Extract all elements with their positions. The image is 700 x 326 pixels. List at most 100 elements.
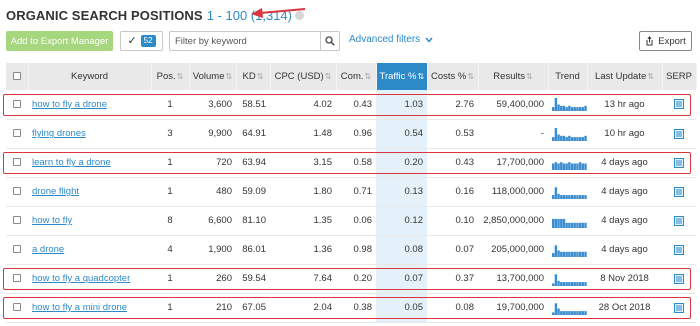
serp-cell[interactable] bbox=[662, 119, 696, 149]
col-traffic[interactable]: Traffic %⇅ bbox=[376, 63, 428, 90]
serp-icon[interactable] bbox=[674, 157, 684, 168]
row-checkbox[interactable] bbox=[13, 158, 21, 167]
trend-bar bbox=[554, 186, 558, 199]
table-row[interactable]: how to fly a drone 1 3,600 58.51 4.02 0.43 1.0… bbox=[6, 90, 696, 120]
col-costs[interactable]: Costs %⇅ bbox=[427, 63, 479, 90]
trend-bar bbox=[584, 106, 587, 112]
select-all-checkbox-cell[interactable] bbox=[6, 63, 29, 90]
kd-cell: 86.01 bbox=[236, 235, 270, 265]
trend-bar bbox=[557, 163, 560, 170]
trend-bar bbox=[568, 310, 571, 315]
pos-cell: 1 bbox=[151, 264, 189, 294]
col-com[interactable]: Com.⇅ bbox=[336, 63, 377, 90]
table-row[interactable]: a drone 4 1,900 86.01 1.36 0.98 0.08 0.07 205,00… bbox=[6, 235, 696, 265]
trend-bar bbox=[584, 135, 587, 141]
keyword-link[interactable]: a drone bbox=[32, 244, 64, 255]
col-results[interactable]: Results⇅ bbox=[478, 63, 549, 90]
row-checkbox[interactable] bbox=[13, 129, 21, 138]
serp-cell[interactable] bbox=[662, 206, 696, 236]
table-row[interactable]: how to fly a mini drone 1 210 67.05 2.04 0.38… bbox=[6, 293, 696, 323]
cpc-cell: 2.04 bbox=[270, 293, 336, 323]
keyword-link[interactable]: how to fly a mini drone bbox=[32, 302, 127, 313]
row-checkbox-cell[interactable] bbox=[6, 177, 28, 207]
pos-cell: 1 bbox=[151, 148, 189, 178]
com-cell: 0.38 bbox=[336, 293, 376, 323]
volume-cell: 9,900 bbox=[189, 119, 236, 149]
keyword-link[interactable]: drone flight bbox=[32, 186, 79, 197]
trend-sparkline bbox=[552, 218, 587, 228]
pos-cell: 3 bbox=[151, 119, 189, 149]
serp-cell[interactable] bbox=[662, 177, 696, 207]
serp-icon[interactable] bbox=[674, 273, 684, 284]
search-icon[interactable] bbox=[320, 32, 339, 50]
col-kd[interactable]: KD⇅ bbox=[236, 63, 271, 90]
trend-bar bbox=[578, 107, 582, 112]
serp-cell[interactable] bbox=[662, 90, 696, 120]
trend-bar bbox=[562, 251, 566, 257]
row-checkbox-cell[interactable] bbox=[6, 264, 28, 294]
advanced-filters-toggle[interactable]: Advanced filters bbox=[349, 34, 433, 45]
advanced-filters-label: Advanced filters bbox=[349, 34, 421, 45]
pos-cell: 1 bbox=[151, 177, 189, 207]
serp-icon[interactable] bbox=[674, 99, 684, 110]
serp-cell[interactable] bbox=[662, 264, 696, 294]
row-checkbox[interactable] bbox=[13, 245, 21, 254]
serp-cell[interactable] bbox=[662, 148, 696, 178]
trend-bar bbox=[584, 281, 587, 286]
row-checkbox[interactable] bbox=[13, 187, 21, 196]
table-row[interactable]: drone flight 1 480 59.09 1.80 0.71 0.13 0.16 118… bbox=[6, 177, 696, 207]
row-checkbox-cell[interactable] bbox=[6, 90, 28, 120]
serp-icon[interactable] bbox=[674, 244, 684, 255]
trend-bar bbox=[560, 310, 563, 315]
serp-icon[interactable] bbox=[674, 302, 684, 313]
cpc-cell: 4.02 bbox=[270, 90, 336, 120]
row-checkbox[interactable] bbox=[13, 216, 21, 225]
table-row[interactable]: learn to fly a drone 1 720 63.94 3.15 0.58 0.2… bbox=[6, 148, 696, 178]
keyword-link[interactable]: flying drones bbox=[32, 128, 86, 139]
table-row[interactable]: how to fly a quadcopter 1 260 59.54 7.64 0.20… bbox=[6, 264, 696, 294]
table-row[interactable]: flying drones 3 9,900 64.91 1.48 0.96 0.54 0.53… bbox=[6, 119, 696, 149]
select-all-checkbox[interactable] bbox=[12, 72, 21, 81]
trend-bar bbox=[578, 222, 582, 228]
trend-bar bbox=[560, 161, 563, 170]
serp-icon[interactable] bbox=[674, 215, 684, 226]
selected-count-toggle[interactable]: ✓ 52 bbox=[120, 31, 163, 51]
trend-bar bbox=[562, 194, 566, 199]
trend-bar bbox=[554, 161, 558, 170]
trend-bar bbox=[581, 310, 585, 315]
row-checkbox-cell[interactable] bbox=[6, 119, 28, 149]
row-checkbox-cell[interactable] bbox=[6, 293, 28, 323]
trend-sparkline bbox=[552, 186, 587, 199]
trend-bar bbox=[554, 302, 558, 315]
keyword-link[interactable]: how to fly a quadcopter bbox=[32, 273, 130, 284]
row-checkbox-cell[interactable] bbox=[6, 206, 28, 236]
cpc-cell: 7.64 bbox=[270, 264, 336, 294]
serp-icon[interactable] bbox=[674, 128, 684, 139]
trend-bar bbox=[552, 218, 555, 228]
keyword-link[interactable]: learn to fly a drone bbox=[32, 157, 111, 168]
serp-cell[interactable] bbox=[662, 293, 696, 323]
col-cpc[interactable]: CPC (USD)⇅ bbox=[270, 63, 337, 90]
row-checkbox[interactable] bbox=[13, 100, 21, 109]
row-checkbox-cell[interactable] bbox=[6, 235, 28, 265]
row-checkbox[interactable] bbox=[13, 303, 21, 312]
kd-cell: 59.54 bbox=[236, 264, 270, 294]
keyword-link[interactable]: how to fly bbox=[32, 215, 72, 226]
row-checkbox[interactable] bbox=[13, 274, 21, 283]
export-button[interactable]: Export bbox=[639, 31, 692, 51]
col-last-update[interactable]: Last Update⇅ bbox=[587, 63, 663, 90]
table-row[interactable]: how to fly 8 6,600 81.10 1.35 0.06 0.12 0.10 2,8… bbox=[6, 206, 696, 236]
trend-bar bbox=[573, 281, 576, 286]
col-volume[interactable]: Volume⇅ bbox=[189, 63, 237, 90]
add-to-export-manager-button[interactable]: Add to Export Manager bbox=[6, 31, 113, 51]
row-checkbox-cell[interactable] bbox=[6, 148, 28, 178]
keyword-filter-input[interactable] bbox=[170, 32, 320, 50]
trend-cell bbox=[548, 206, 587, 236]
serp-cell[interactable] bbox=[662, 235, 696, 265]
trend-bar bbox=[552, 163, 555, 170]
keyword-link[interactable]: how to fly a drone bbox=[32, 99, 107, 110]
serp-icon[interactable] bbox=[674, 186, 684, 197]
trend-bar bbox=[584, 222, 587, 228]
trend-bar bbox=[581, 251, 585, 257]
col-pos[interactable]: Pos.⇅ bbox=[151, 63, 190, 90]
